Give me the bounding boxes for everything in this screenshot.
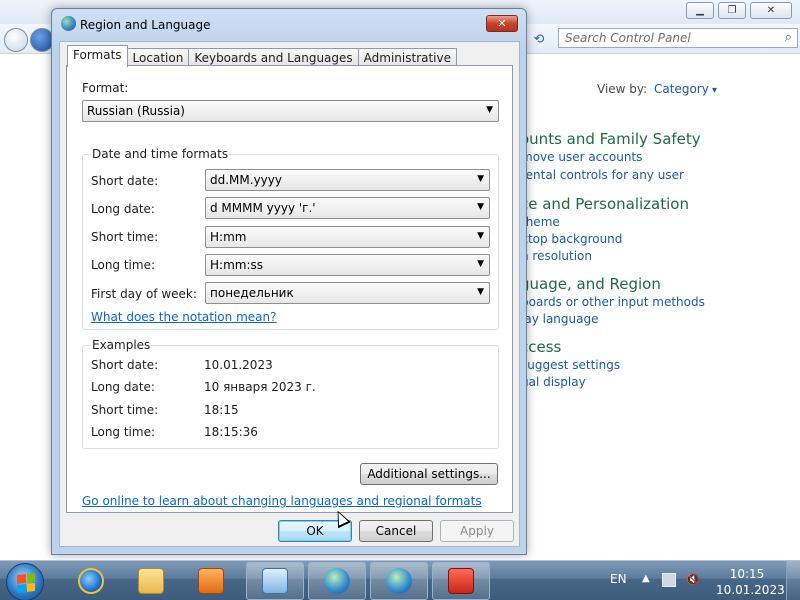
section-heading-appearance[interactable]: ce and Personalization	[520, 195, 689, 213]
first-day-of-week-dropdown[interactable]: понедельник ▼	[205, 282, 490, 304]
dialog-close-button[interactable]: ✕	[486, 15, 518, 32]
chevron-down-icon: ▼	[486, 105, 493, 115]
short-time-label: Short time:	[91, 230, 159, 244]
chevron-down-icon: ▼	[477, 259, 484, 269]
control-panel-icon	[262, 568, 288, 594]
globe-icon	[61, 16, 76, 31]
link-keyboards-input[interactable]: boards or other input methods	[521, 295, 705, 309]
link-display-language[interactable]: lay language	[521, 312, 598, 326]
example-long-time-label: Long time:	[91, 425, 156, 439]
show-desktop-button[interactable]	[786, 561, 800, 600]
chevron-down-icon: ▼	[477, 174, 484, 184]
minimize-button[interactable]: ▁	[686, 2, 714, 19]
taskbar	[0, 560, 800, 600]
taskbar-control-panel[interactable]	[246, 562, 304, 600]
example-short-date-value: 10.01.2023	[204, 358, 273, 372]
search-icon[interactable]: ⌕	[785, 30, 792, 45]
globe-checklist-icon	[386, 568, 412, 594]
toolbox-icon	[448, 568, 474, 594]
first-day-of-week-label: First day of week:	[91, 287, 197, 301]
search-placeholder: Search Control Panel	[565, 31, 691, 45]
tray-expand-icon[interactable]: ▲	[642, 573, 656, 587]
taskbar-clock[interactable]: 10:15 10.01.2023	[716, 566, 785, 598]
long-time-label: Long time:	[91, 258, 156, 272]
media-player-icon	[198, 568, 224, 594]
speaker-muted-icon[interactable]: 🔇	[686, 573, 700, 587]
tab-formats[interactable]: Formats	[67, 45, 128, 67]
chevron-down-icon: ▼	[477, 202, 484, 212]
example-short-time-value: 18:15	[204, 403, 239, 417]
link-screen-resolution[interactable]: n resolution	[521, 249, 592, 263]
long-date-dropdown[interactable]: d MMMM yyyy 'г.' ▼	[205, 197, 490, 219]
go-online-link[interactable]: Go online to learn about changing langua…	[82, 494, 482, 508]
apply-button[interactable]: Apply	[440, 520, 514, 542]
short-time-dropdown[interactable]: H:mm ▼	[205, 226, 490, 248]
formats-panel: Format: Russian (Russia) ▼ Date and time…	[66, 65, 513, 513]
example-long-date-label: Long date:	[91, 380, 155, 394]
short-date-dropdown[interactable]: dd.MM.yyyy ▼	[205, 169, 490, 191]
format-dropdown[interactable]: Russian (Russia) ▼	[82, 100, 499, 122]
search-input[interactable]: Search Control Panel ⌕	[558, 28, 798, 48]
refresh-icon[interactable]: ⟲	[528, 28, 550, 50]
taskbar-explorer[interactable]	[122, 562, 180, 600]
long-time-dropdown[interactable]: H:mm:ss ▼	[205, 254, 490, 276]
format-value: Russian (Russia)	[87, 104, 185, 118]
start-button[interactable]	[6, 563, 44, 600]
format-label: Format:	[82, 81, 129, 95]
example-short-time-label: Short time:	[91, 403, 159, 417]
view-by-label: View by:	[597, 82, 648, 96]
example-long-time-value: 18:15:36	[204, 425, 258, 439]
clock-date: 10.01.2023	[716, 583, 785, 597]
close-button[interactable]: ✕	[750, 2, 792, 19]
example-long-date-value: 10 января 2023 г.	[204, 380, 316, 394]
example-short-date-label: Short date:	[91, 358, 159, 372]
link-remove-user-accounts[interactable]: move user accounts	[521, 150, 642, 164]
additional-settings-button[interactable]: Additional settings...	[360, 463, 498, 485]
link-suggest-settings[interactable]: suggest settings	[521, 358, 620, 372]
link-desktop-background[interactable]: ktop background	[521, 232, 622, 246]
examples-group-title: Examples	[91, 338, 152, 352]
cancel-button[interactable]: Cancel	[359, 520, 433, 542]
globe-clock-icon	[324, 568, 350, 594]
short-date-value: dd.MM.yyyy	[210, 173, 282, 187]
long-date-value: d MMMM yyyy 'г.'	[210, 201, 316, 215]
long-time-value: H:mm:ss	[210, 258, 263, 272]
network-icon[interactable]	[662, 573, 676, 587]
folder-icon	[138, 568, 164, 594]
link-optimize-display[interactable]: ual display	[521, 375, 586, 389]
taskbar-media-player[interactable]	[182, 562, 240, 600]
chevron-down-icon: ▼	[477, 287, 484, 297]
taskbar-toolbox[interactable]	[432, 562, 490, 600]
datetime-formats-group: Date and time formats Short date: dd.MM.…	[82, 147, 499, 330]
region-language-dialog: Region and Language ✕ Formats Location K…	[51, 8, 527, 555]
chevron-down-icon: ▼	[477, 231, 484, 241]
internet-explorer-icon	[78, 568, 104, 594]
windows-logo-icon	[17, 573, 35, 593]
back-button[interactable]	[4, 28, 28, 52]
short-time-value: H:mm	[210, 230, 247, 244]
view-by-dropdown[interactable]: Category	[654, 82, 717, 96]
clock-time: 10:15	[729, 567, 765, 581]
section-heading-user-accounts[interactable]: ounts and Family Safety	[520, 130, 701, 148]
tab-strip: Formats Location Keyboards and Languages…	[67, 45, 458, 67]
notation-help-link[interactable]: What does the notation mean?	[91, 310, 276, 324]
maximize-button[interactable]: ❐	[718, 2, 746, 19]
taskbar-internet-explorer[interactable]	[62, 562, 120, 600]
examples-group: Examples Short date: 10.01.2023 Long dat…	[82, 338, 499, 449]
taskbar-globe-checklist[interactable]	[370, 562, 428, 600]
short-date-label: Short date:	[91, 174, 159, 188]
long-date-label: Long date:	[91, 202, 155, 216]
language-indicator[interactable]: EN	[610, 572, 627, 586]
dialog-body: Formats Location Keyboards and Languages…	[59, 41, 520, 547]
section-heading-language-region[interactable]: guage, and Region	[520, 275, 661, 293]
link-parental-controls[interactable]: rental controls for any user	[521, 168, 684, 182]
dialog-title: Region and Language	[80, 18, 211, 32]
taskbar-region-language[interactable]	[308, 562, 366, 600]
datetime-group-title: Date and time formats	[91, 147, 230, 161]
first-day-of-week-value: понедельник	[210, 286, 294, 300]
